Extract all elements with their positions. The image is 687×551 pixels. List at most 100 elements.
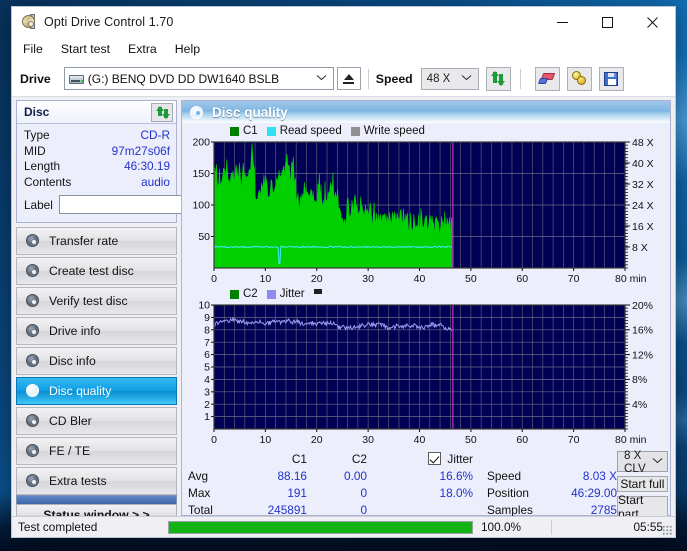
- progress-bar-fill: [169, 521, 472, 533]
- stats-avg-c2: 0.00: [344, 468, 367, 483]
- toolbar-divider: [367, 68, 369, 89]
- sidebar-label-disc-quality: Disc quality: [49, 384, 112, 398]
- run-stats-value-position: 46:29.00: [571, 485, 617, 500]
- sidebar-label-drive-info: Drive info: [49, 324, 101, 338]
- eject-button[interactable]: [336, 67, 361, 90]
- svg-text:24 X: 24 X: [632, 200, 654, 212]
- sidebar-label-transfer-rate: Transfer rate: [49, 234, 119, 248]
- menu-start-test[interactable]: Start test: [59, 40, 119, 59]
- svg-text:5: 5: [204, 362, 210, 374]
- sidebar-item-drive-info[interactable]: Drive info: [16, 317, 177, 345]
- status-divider: [551, 519, 552, 535]
- disc-properties: Type CD-R MID 97m27s06f Length 46:30.19 …: [17, 124, 263, 222]
- refresh-button[interactable]: [485, 66, 511, 91]
- drive-select[interactable]: (G:) BENQ DVD DD DW1640 BSLB: [63, 67, 334, 90]
- sidebar-item-fe-te[interactable]: FE / TE: [16, 437, 177, 465]
- options-button[interactable]: [566, 66, 592, 91]
- close-button[interactable]: [630, 7, 675, 37]
- sidebar-item-cd-bler[interactable]: CD Bler: [16, 407, 177, 435]
- stats-key-avg: Avg: [188, 468, 209, 483]
- stats-header-jitter: Jitter: [447, 451, 473, 466]
- svg-text:20: 20: [311, 434, 323, 446]
- c1-chart-legend: C1 Read speed Write speed: [182, 123, 670, 138]
- svg-text:0: 0: [211, 434, 217, 446]
- sidebar-item-verify-test-disc[interactable]: Verify test disc: [16, 287, 177, 315]
- erase-button[interactable]: [534, 66, 560, 91]
- eraser-icon: [538, 72, 556, 86]
- stats-header-c2: C2: [351, 451, 367, 466]
- legend-swatch-c1: [230, 126, 239, 136]
- svg-text:40: 40: [414, 273, 426, 285]
- disc-test-icon: [25, 383, 42, 399]
- sidebar-item-transfer-rate[interactable]: Transfer rate: [16, 227, 177, 255]
- sidebar-item-extra-tests[interactable]: Extra tests: [16, 467, 177, 495]
- drive-icon: [68, 72, 84, 85]
- progress-bar: [168, 520, 473, 534]
- svg-text:50: 50: [198, 231, 210, 243]
- jitter-checkbox[interactable]: [428, 452, 442, 465]
- test-speed-value: 8 X CLV: [624, 448, 646, 475]
- start-full-button[interactable]: Start full: [617, 476, 668, 492]
- svg-text:50: 50: [465, 273, 477, 285]
- application-window: Opti Drive Control 1.70 File Start test …: [11, 6, 676, 538]
- run-stats-row-speed: Speed 8.03 X: [487, 467, 617, 484]
- svg-text:30: 30: [362, 434, 374, 446]
- menu-file[interactable]: File: [21, 40, 52, 59]
- svg-text:60: 60: [516, 434, 528, 446]
- c2-jitter-chart[interactable]: 1 2 3 4 5 6 7 8 9 10 4% 8% 12% 16% 20% 0 10 20 30 40 50 60 70 8…: [182, 301, 670, 447]
- chevron-down-icon: [458, 74, 476, 83]
- disc-label-row: Label: [24, 194, 263, 217]
- legend-swatch-c2: [230, 289, 239, 299]
- status-text: Test completed: [18, 520, 98, 534]
- legend-swatch-marker: [313, 289, 322, 294]
- menu-help[interactable]: Help: [173, 40, 209, 59]
- sidebar-item-create-test-disc[interactable]: Create test disc: [16, 257, 177, 285]
- test-speed-select[interactable]: 8 X CLV: [617, 448, 668, 475]
- disc-key-type: Type: [24, 128, 50, 142]
- svg-text:40 X: 40 X: [632, 158, 654, 170]
- stats-header-row: C1 C2 Jitter: [188, 450, 477, 467]
- action-buttons: 8 X CLV Start full Start part: [617, 448, 668, 516]
- bulb-icon: [571, 71, 587, 86]
- disc-value-mid: 97m27s06f: [111, 143, 170, 158]
- sidebar-item-disc-quality[interactable]: Disc quality: [16, 377, 177, 405]
- svg-text:3: 3: [204, 386, 210, 398]
- toolbar: Drive (G:) BENQ DVD DD DW1640 BSLB Speed…: [12, 61, 675, 97]
- progress-percent: 100.0%: [481, 520, 522, 534]
- disc-row-mid: MID 97m27s06f: [24, 144, 170, 160]
- content-column: Disc quality C1 Read speed Write speed 5…: [180, 97, 675, 516]
- svg-text:9: 9: [204, 312, 210, 324]
- run-stats-key-samples: Samples: [487, 502, 533, 517]
- status-window-button[interactable]: Status window > >: [16, 504, 177, 516]
- svg-text:6: 6: [204, 349, 210, 361]
- save-button[interactable]: [598, 66, 624, 91]
- resize-grip[interactable]: [662, 525, 672, 535]
- svg-text:32 X: 32 X: [632, 179, 654, 191]
- maximize-button[interactable]: [585, 7, 630, 37]
- charts-area: C1 Read speed Write speed 50 100 150 200 8 X…: [182, 123, 670, 447]
- disc-test-icon: [25, 473, 42, 489]
- speed-select-value: 48 X: [426, 72, 451, 85]
- run-stats-value-speed: 8.03 X: [582, 468, 617, 483]
- disc-test-icon: [25, 323, 42, 339]
- minimize-button[interactable]: [540, 7, 585, 37]
- c2-chart-legend: C2 Jitter: [182, 286, 670, 301]
- refresh-icon: [490, 71, 506, 86]
- disc-key-length: Length: [24, 159, 61, 173]
- menu-extra[interactable]: Extra: [126, 40, 166, 59]
- sidebar-item-disc-info[interactable]: Disc info: [16, 347, 177, 375]
- nav-list: Transfer rate Create test disc Verify te…: [16, 227, 177, 495]
- svg-text:2: 2: [204, 399, 210, 411]
- window-controls: [540, 7, 675, 37]
- speed-select[interactable]: 48 X: [420, 67, 479, 90]
- sidebar-label-create-test-disc: Create test disc: [49, 264, 134, 278]
- legend-swatch-jitter: [266, 289, 276, 299]
- legend-swatch-write-speed: [350, 126, 360, 136]
- refresh-icon: [155, 105, 170, 119]
- disc-test-icon: [25, 293, 42, 309]
- c1-chart[interactable]: 50 100 150 200 8 X 16 X 24 X 32 X 40 X 48 X 0 10 20 3…: [182, 138, 670, 286]
- legend-swatch-read-speed: [266, 126, 276, 136]
- start-part-button[interactable]: Start part: [617, 493, 668, 516]
- toolbar-divider-2: [519, 68, 521, 89]
- disc-refresh-button[interactable]: [151, 102, 173, 122]
